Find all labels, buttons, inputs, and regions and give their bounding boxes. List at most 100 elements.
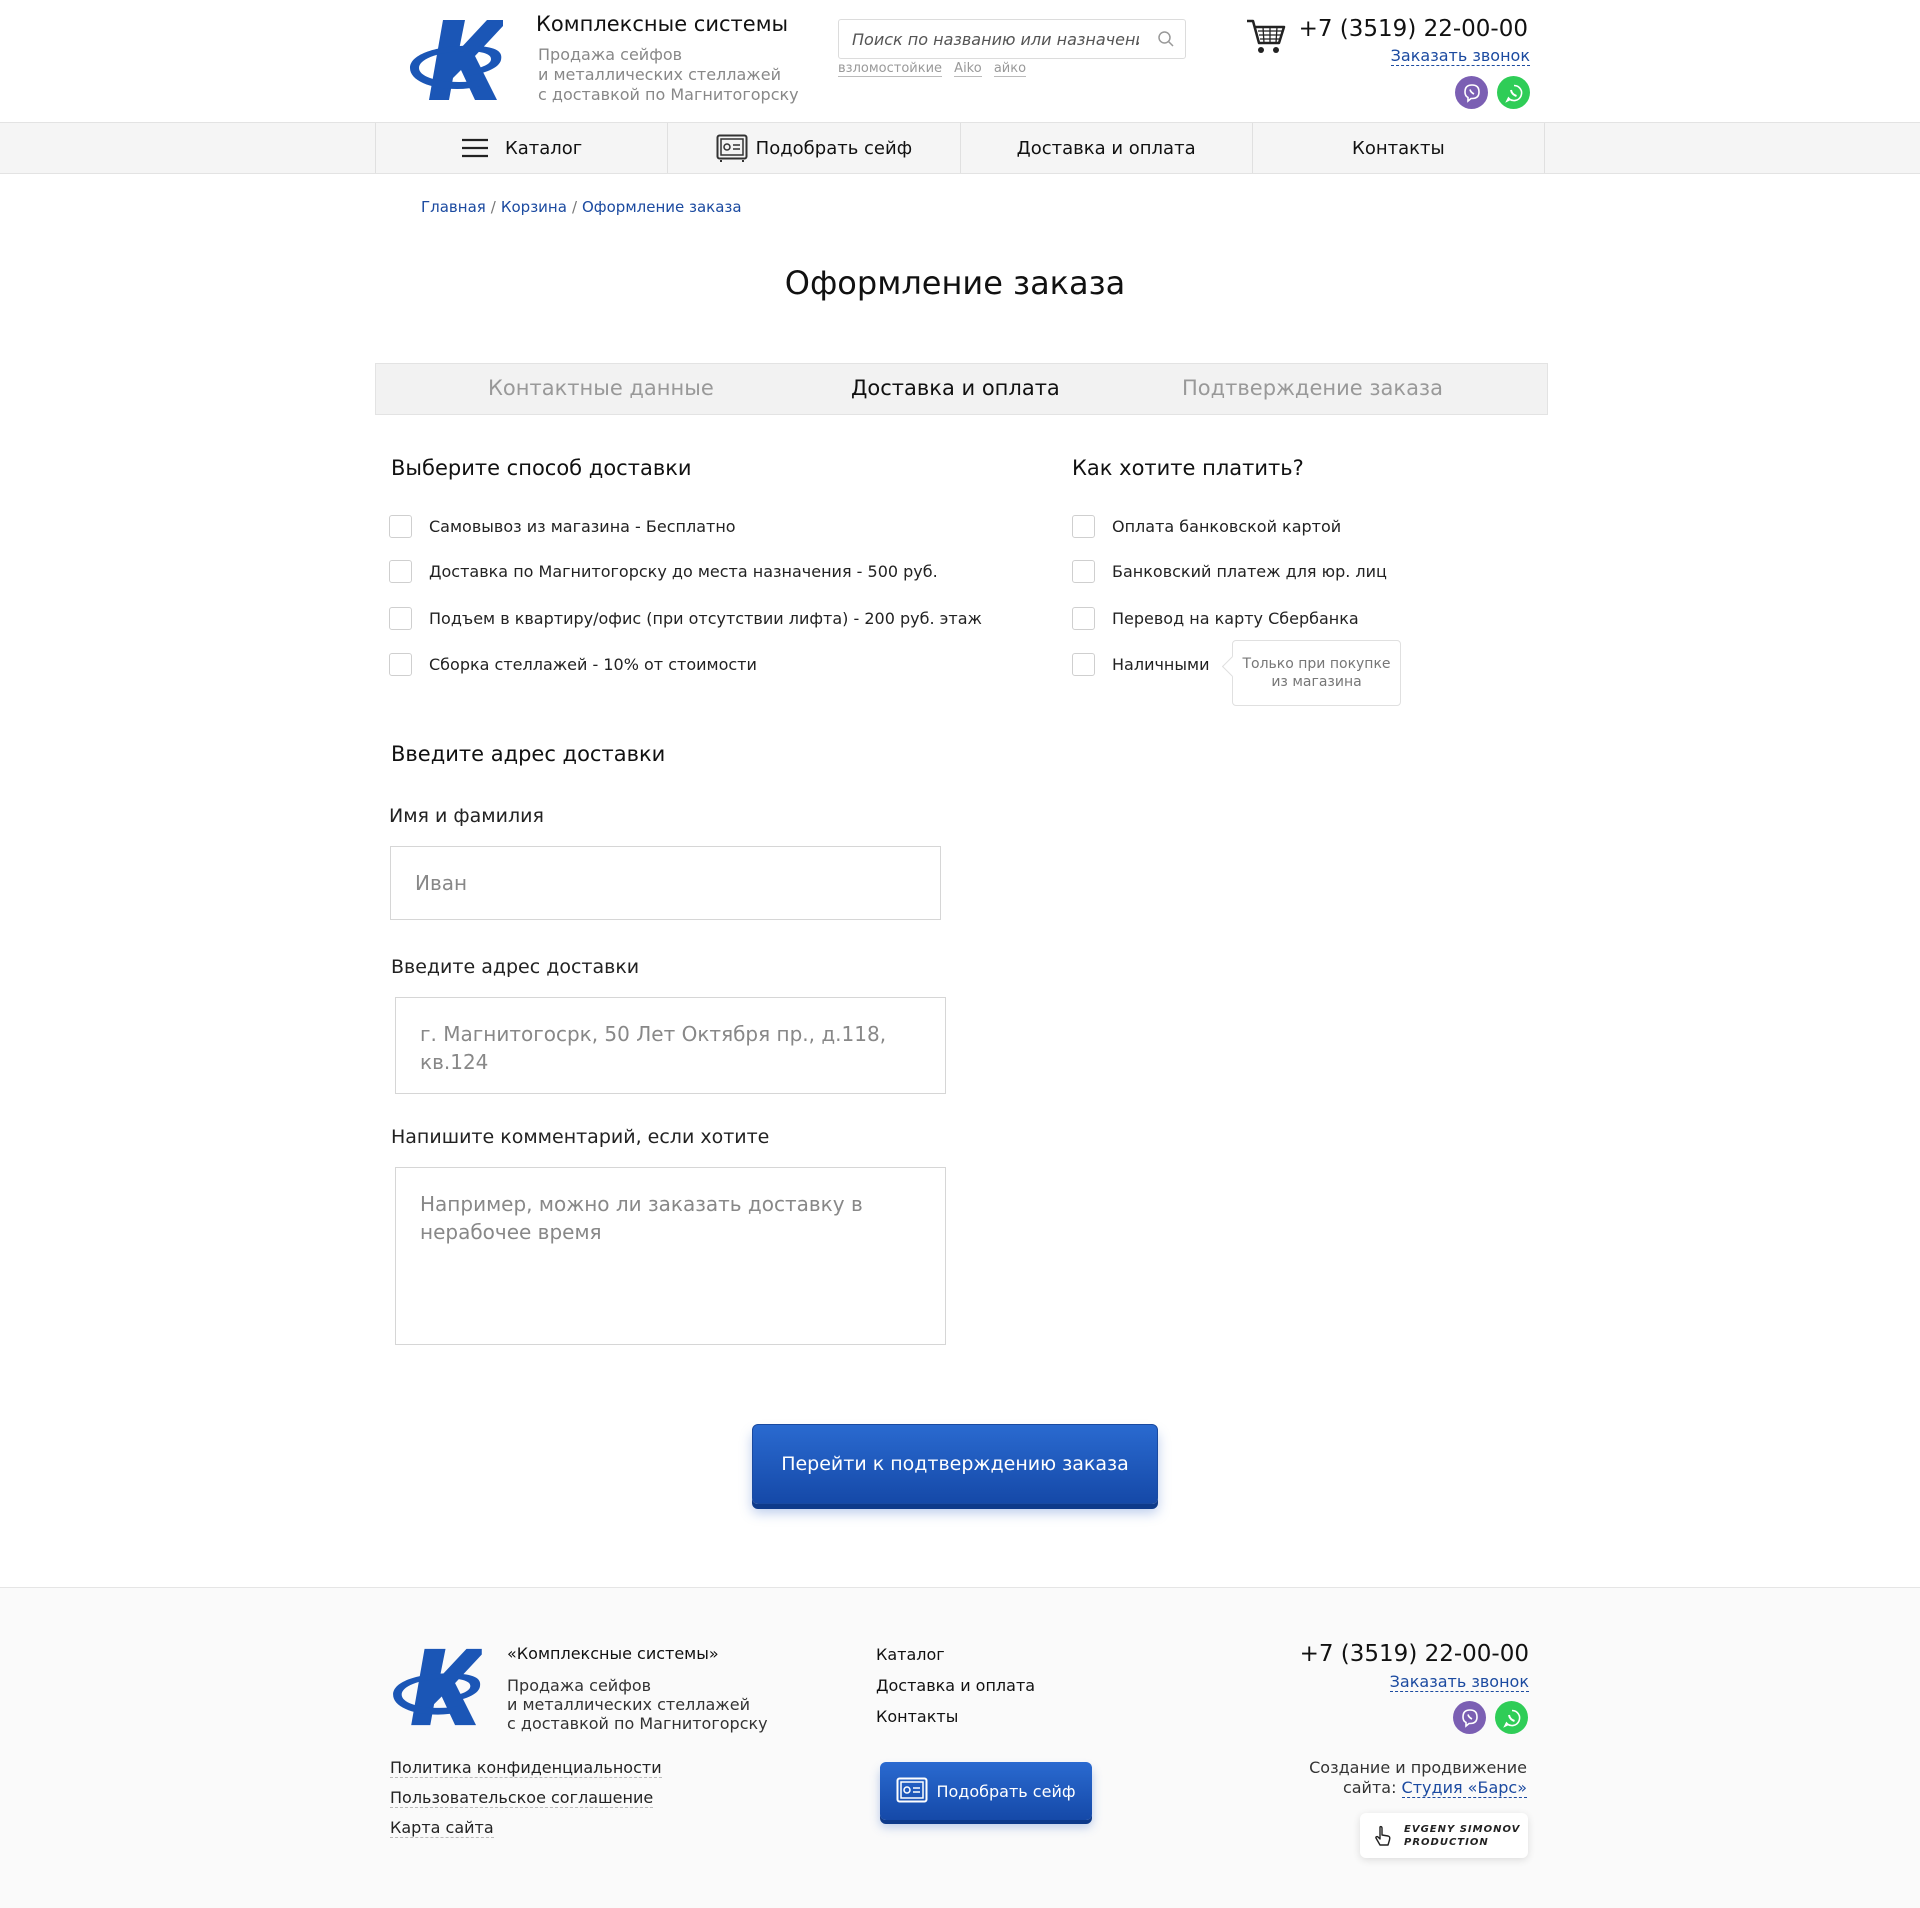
site-header: Комплексные системы Продажа сейфов и мет… bbox=[0, 0, 1920, 122]
menu-icon bbox=[461, 137, 489, 159]
nav-catalog[interactable]: Каталог bbox=[375, 123, 667, 173]
payment-option-label: Банковский платеж для юр. лиц bbox=[1112, 562, 1387, 581]
footer-nav-delivery[interactable]: Доставка и оплата bbox=[876, 1676, 1035, 1695]
nav-catalog-label: Каталог bbox=[504, 137, 583, 159]
footer-agreement-link[interactable]: Пользовательское соглашение bbox=[390, 1788, 654, 1808]
cart-icon[interactable] bbox=[1245, 17, 1287, 57]
brand-subtitle-line: Продажа сейфов bbox=[538, 45, 683, 64]
checkbox[interactable] bbox=[1072, 607, 1095, 630]
footer-subtitle-line: и металлических стеллажей bbox=[507, 1695, 750, 1714]
brand-subtitle-line: с доставкой по Магнитогорску bbox=[538, 85, 799, 104]
delivery-option[interactable]: Сборка стеллажей - 10% от стоимости bbox=[389, 653, 757, 676]
delivery-option[interactable]: Подъем в квартиру/офис (при отсутствии л… bbox=[389, 607, 982, 630]
payment-option[interactable]: Оплата банковской картой bbox=[1072, 515, 1341, 538]
name-field[interactable] bbox=[390, 846, 941, 920]
checkbox[interactable] bbox=[389, 653, 412, 676]
step-contact-data[interactable]: Контактные данные bbox=[488, 376, 714, 400]
nav-pick-safe-label: Подобрать сейф bbox=[755, 137, 913, 159]
payment-option[interactable]: Наличными bbox=[1072, 653, 1209, 676]
name-label: Имя и фамилия bbox=[389, 805, 544, 827]
delivery-option[interactable]: Самовывоз из магазина - Бесплатно bbox=[389, 515, 736, 538]
footer-subtitle-line: с доставкой по Магнитогорску bbox=[507, 1714, 768, 1733]
footer-phone[interactable]: +7 (3519) 22-00-00 bbox=[1300, 1641, 1529, 1667]
nav-contacts[interactable]: Контакты bbox=[1251, 123, 1545, 173]
badge-text: EVGENY SIMONOV PRODUCTION bbox=[1404, 1823, 1520, 1849]
delivery-option[interactable]: Доставка по Магнитогорску до места назна… bbox=[389, 560, 938, 583]
payment-option[interactable]: Банковский платеж для юр. лиц bbox=[1072, 560, 1387, 583]
search-input[interactable] bbox=[839, 20, 1139, 58]
address-field[interactable] bbox=[395, 997, 946, 1094]
tooltip-line: из магазина bbox=[1271, 674, 1362, 690]
payment-option[interactable]: Перевод на карту Сбербанка bbox=[1072, 607, 1359, 630]
checkout-steps: Контактные данные Доставка и оплата Подт… bbox=[375, 363, 1548, 415]
safe-icon bbox=[896, 1777, 928, 1805]
breadcrumb-current: Оформление заказа bbox=[582, 198, 742, 216]
checkbox[interactable] bbox=[1072, 515, 1095, 538]
credit-line: Создание и продвижение bbox=[1309, 1758, 1527, 1777]
nav-delivery[interactable]: Доставка и оплата bbox=[959, 123, 1252, 173]
tooltip-line: Только при покупке bbox=[1242, 656, 1391, 672]
breadcrumb-separator: / bbox=[571, 198, 577, 216]
main-nav-inner: Каталог Подобрать сейф Доставка и оплата… bbox=[375, 123, 1545, 173]
callback-link[interactable]: Заказать звонок bbox=[1390, 46, 1530, 66]
checkbox[interactable] bbox=[389, 607, 412, 630]
footer-nav-catalog[interactable]: Каталог bbox=[876, 1645, 1035, 1664]
checkbox[interactable] bbox=[1072, 560, 1095, 583]
payment-option-label: Перевод на карту Сбербанка bbox=[1112, 609, 1359, 628]
search-tag[interactable]: Aiko bbox=[954, 61, 982, 77]
footer-pick-safe-button[interactable]: Подобрать сейф bbox=[880, 1762, 1092, 1820]
logo-k-icon[interactable] bbox=[388, 1645, 484, 1727]
main-nav: Каталог Подобрать сейф Доставка и оплата… bbox=[0, 122, 1920, 174]
comment-label: Напишите комментарий, если хотите bbox=[391, 1126, 770, 1148]
step-delivery-payment[interactable]: Доставка и оплата bbox=[851, 376, 1060, 400]
footer-brand-title: «Комплексные системы» bbox=[507, 1644, 719, 1663]
search-tag[interactable]: айко bbox=[993, 61, 1027, 77]
site-footer: «Комплексные системы» Продажа сейфов и м… bbox=[0, 1587, 1920, 1908]
footer-privacy-link[interactable]: Политика конфиденциальности bbox=[390, 1758, 662, 1778]
brand-subtitle: Продажа сейфов и металлических стеллажей… bbox=[538, 45, 818, 105]
credit-line: сайта: bbox=[1342, 1778, 1397, 1797]
search-tag[interactable]: взломостойкие bbox=[838, 61, 943, 77]
footer-pick-safe-label: Подобрать сейф bbox=[936, 1781, 1076, 1801]
badge-line: PRODUCTION bbox=[1404, 1836, 1489, 1848]
payment-title: Как хотите платить? bbox=[1072, 456, 1304, 480]
footer-nav-contacts[interactable]: Контакты bbox=[876, 1707, 1035, 1726]
go-to-confirmation-button[interactable]: Перейти к подтверждению заказа bbox=[752, 1424, 1158, 1504]
breadcrumb: Главная / Корзина / Оформление заказа bbox=[421, 198, 742, 216]
nav-pick-safe[interactable]: Подобрать сейф bbox=[667, 123, 959, 173]
safe-icon bbox=[716, 134, 748, 162]
breadcrumb-separator: / bbox=[490, 198, 496, 216]
footer-sitemap-link[interactable]: Карта сайта bbox=[390, 1818, 494, 1838]
checkbox[interactable] bbox=[389, 560, 412, 583]
logo-k-icon[interactable] bbox=[405, 16, 505, 102]
footer-nav: Каталог Доставка и оплата Контакты bbox=[876, 1645, 1035, 1738]
delivery-option-label: Самовывоз из магазина - Бесплатно bbox=[429, 517, 736, 536]
payment-option-label: Оплата банковской картой bbox=[1112, 517, 1342, 536]
pointer-hand-icon bbox=[1375, 1825, 1391, 1846]
step-confirmation[interactable]: Подтверждение заказа bbox=[1182, 376, 1443, 400]
checkbox[interactable] bbox=[1072, 653, 1095, 676]
address-title: Введите адрес доставки bbox=[391, 742, 666, 766]
whatsapp-icon[interactable] bbox=[1495, 1701, 1528, 1734]
footer-callback-link[interactable]: Заказать звонок bbox=[1389, 1672, 1529, 1692]
delivery-option-label: Доставка по Магнитогорску до места назна… bbox=[429, 562, 938, 581]
nav-contacts-label: Контакты bbox=[1352, 137, 1445, 159]
checkbox[interactable] bbox=[389, 515, 412, 538]
breadcrumb-home[interactable]: Главная bbox=[421, 198, 486, 216]
studio-link[interactable]: Студия «Барс» bbox=[1401, 1778, 1527, 1798]
whatsapp-icon[interactable] bbox=[1497, 76, 1530, 109]
comment-field[interactable] bbox=[395, 1167, 946, 1345]
footer-legal-links: Политика конфиденциальности Пользователь… bbox=[390, 1758, 662, 1848]
search-box bbox=[838, 19, 1186, 59]
breadcrumb-cart[interactable]: Корзина bbox=[501, 198, 567, 216]
delivery-option-label: Подъем в квартиру/офис (при отсутствии л… bbox=[429, 609, 982, 628]
search-tags: взломостойкие Aiko айко bbox=[838, 61, 1034, 77]
delivery-option-label: Сборка стеллажей - 10% от стоимости bbox=[429, 655, 757, 674]
cash-tooltip: Только при покупке из магазина bbox=[1232, 640, 1401, 706]
developer-badge[interactable]: EVGENY SIMONOV PRODUCTION bbox=[1360, 1813, 1528, 1858]
viber-icon[interactable] bbox=[1455, 76, 1488, 109]
badge-line: EVGENY SIMONOV bbox=[1404, 1823, 1521, 1835]
viber-icon[interactable] bbox=[1453, 1701, 1486, 1734]
header-phone[interactable]: +7 (3519) 22-00-00 bbox=[1299, 16, 1528, 42]
search-icon[interactable] bbox=[1157, 30, 1175, 48]
